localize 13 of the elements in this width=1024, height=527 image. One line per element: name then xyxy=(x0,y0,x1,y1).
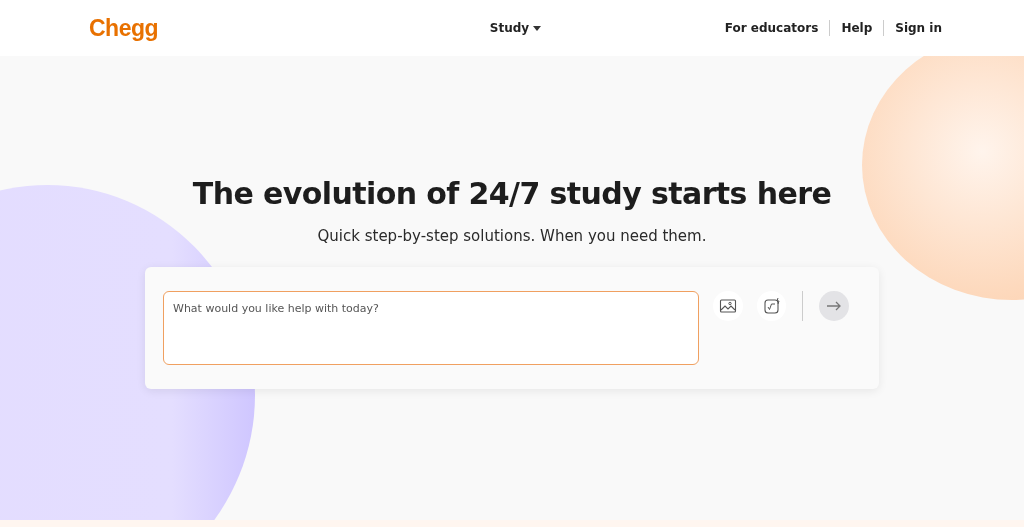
nav-link[interactable]: For educators xyxy=(713,20,830,36)
square-root-icon xyxy=(762,297,781,315)
hero-title: The evolution of 24/7 study starts here xyxy=(192,176,832,211)
hero-subtitle: Quick step-by-step solutions. When you need them. xyxy=(317,227,707,245)
question-field[interactable]: What would you like help with today? xyxy=(163,291,700,365)
nav-link[interactable]: Help xyxy=(829,20,884,36)
submit-button[interactable] xyxy=(819,291,849,321)
nav-link[interactable]: Sign in xyxy=(883,20,942,36)
arrow-right-icon xyxy=(826,301,843,311)
nav-menu-button[interactable]: Study xyxy=(489,21,542,35)
math-input-button[interactable] xyxy=(756,291,787,321)
image-icon xyxy=(719,297,738,315)
image-upload-button[interactable] xyxy=(713,291,743,321)
